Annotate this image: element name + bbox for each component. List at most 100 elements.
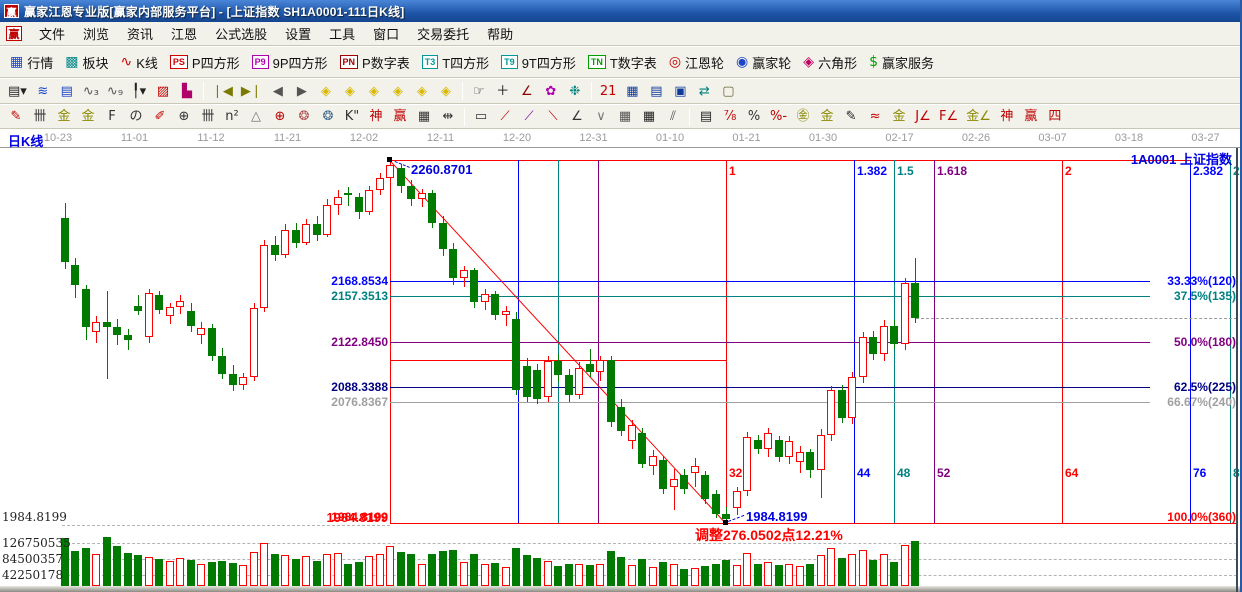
trend-angle-tool[interactable]: ∠ bbox=[565, 107, 589, 126]
arrow-all-diamond[interactable]: ◈ bbox=[434, 82, 458, 101]
network-icon[interactable]: ⇄ bbox=[692, 82, 716, 101]
gold-band-tool[interactable]: 金 bbox=[887, 107, 911, 126]
n2-grid-tool[interactable]: n² bbox=[220, 107, 244, 126]
arrow-vexpand-diamond[interactable]: ◈ bbox=[410, 82, 434, 101]
arrow-hshrink-diamond[interactable]: ◈ bbox=[386, 82, 410, 101]
percent-tool[interactable]: % bbox=[742, 107, 766, 126]
nav-next-button[interactable]: ▶ bbox=[290, 82, 314, 101]
wave-3-icon[interactable]: ∿₃ bbox=[79, 82, 103, 101]
wave-9-icon[interactable]: ∿₉ bbox=[103, 82, 127, 101]
menu-item-8[interactable]: 交易委托 bbox=[408, 22, 478, 45]
candle bbox=[176, 301, 184, 308]
v-lines-tool[interactable]: ∨ bbox=[589, 107, 613, 126]
parallel-lines-tool[interactable]: ⫽ bbox=[661, 107, 685, 126]
zigzag-pattern-icon[interactable]: ≋ bbox=[31, 82, 55, 101]
nav-last-button[interactable]: ▶❘ bbox=[237, 82, 266, 101]
si-angle-tool[interactable]: 四 bbox=[1043, 107, 1067, 126]
box-tool[interactable]: ▭ bbox=[469, 107, 493, 126]
fan-red-tool[interactable]: ⟋ bbox=[493, 107, 517, 126]
t-square-button[interactable]: T3T四方形 bbox=[416, 50, 495, 75]
winner-wheel-button[interactable]: ◉赢家轮 bbox=[730, 50, 797, 75]
shen-grid-tool[interactable]: 神 bbox=[364, 107, 388, 126]
crosshair-tool[interactable]: ＋ bbox=[491, 82, 515, 101]
gold-angle-tool[interactable]: 金∠ bbox=[962, 107, 995, 126]
ruler-grid-tool[interactable]: ▦ bbox=[412, 107, 436, 126]
quotes-button[interactable]: ▦行情 bbox=[4, 50, 59, 75]
info-panel-icon[interactable]: ▤ bbox=[55, 82, 79, 101]
arrow-right-diamond[interactable]: ◈ bbox=[338, 82, 362, 101]
calculator-icon[interactable]: ▦ bbox=[620, 82, 644, 101]
angle-measure-tool[interactable]: ∠ bbox=[515, 82, 539, 101]
gold-lines-tool[interactable]: 金 bbox=[815, 107, 839, 126]
t-number-table-button-icon: TN bbox=[588, 55, 606, 69]
nav-prev-button[interactable]: ◀ bbox=[266, 82, 290, 101]
f-angle-tool[interactable]: F∠ bbox=[935, 107, 962, 126]
marker-pen-tool[interactable]: ✎ bbox=[839, 107, 863, 126]
gann-grid-tool[interactable]: 卌 bbox=[28, 107, 52, 126]
candle-style-dropdown[interactable]: ╿▾ bbox=[127, 82, 151, 101]
ying-angle-tool[interactable]: 赢 bbox=[1019, 107, 1043, 126]
arrow-hexpand-diamond[interactable]: ◈ bbox=[362, 82, 386, 101]
menu-item-9[interactable]: 帮助 bbox=[478, 22, 522, 45]
brush-grid-tool[interactable]: ✐ bbox=[148, 107, 172, 126]
nav-first-button[interactable]: ❘◀ bbox=[208, 82, 237, 101]
gann-gold-grid-tool[interactable]: 金 bbox=[52, 107, 76, 126]
gann-gold-grid2-tool[interactable]: 金 bbox=[76, 107, 100, 126]
grid-box2-tool[interactable]: ▦ bbox=[637, 107, 661, 126]
candle-wick bbox=[128, 329, 129, 350]
gann-wheel-button[interactable]: ◎江恩轮 bbox=[663, 50, 730, 75]
kline-period-dropdown[interactable]: ▤▾ bbox=[4, 82, 31, 101]
red-pattern-icon[interactable]: ▨ bbox=[151, 82, 175, 101]
percent-fraction-tool[interactable]: ⅞ bbox=[718, 107, 742, 126]
circle-cross-tool[interactable]: ⊕ bbox=[268, 107, 292, 126]
menu-item-0[interactable]: 文件 bbox=[30, 22, 74, 45]
j-angle-tool[interactable]: J∠ bbox=[911, 107, 935, 126]
menu-item-1[interactable]: 浏览 bbox=[74, 22, 118, 45]
wave-band-tool[interactable]: ≈ bbox=[863, 107, 887, 126]
k-quote-tool[interactable]: K" bbox=[340, 107, 364, 126]
flower-tool[interactable]: ✿ bbox=[539, 82, 563, 101]
hand-tool[interactable]: ☞ bbox=[467, 82, 491, 101]
fan-box-tool[interactable]: ⟍ bbox=[541, 107, 565, 126]
menu-item-3[interactable]: 江恩 bbox=[162, 22, 206, 45]
shen-angle-tool[interactable]: 神 bbox=[995, 107, 1019, 126]
percent-line-tool[interactable]: %- bbox=[766, 107, 791, 126]
compass-circle-tool[interactable]: ⊕ bbox=[172, 107, 196, 126]
p-square-button[interactable]: PSP四方形 bbox=[164, 50, 246, 75]
brush-tool[interactable]: ✎ bbox=[4, 107, 28, 126]
hexagon-button[interactable]: ◈六角形 bbox=[797, 50, 863, 75]
ying-grid-tool[interactable]: 赢 bbox=[388, 107, 412, 126]
p-number-table-button[interactable]: PNP数字表 bbox=[334, 50, 416, 75]
save-icon[interactable]: ▣ bbox=[668, 82, 692, 101]
menu-item-5[interactable]: 设置 bbox=[276, 22, 320, 45]
menu-item-4[interactable]: 公式选股 bbox=[206, 22, 276, 45]
menu-item-2[interactable]: 资讯 bbox=[118, 22, 162, 45]
gold-circle-tool[interactable]: ㊎ bbox=[791, 107, 815, 126]
color-histogram-icon[interactable]: ▙ bbox=[175, 82, 199, 101]
arrow-left-diamond[interactable]: ◈ bbox=[314, 82, 338, 101]
kline-button[interactable]: ∿K线 bbox=[115, 50, 164, 75]
tick-grid-tool[interactable]: 卌 bbox=[196, 107, 220, 126]
sectors-button[interactable]: ▩板块 bbox=[59, 50, 114, 75]
web-grid-tool[interactable]: ❂ bbox=[316, 107, 340, 126]
menu-item-7[interactable]: 窗口 bbox=[364, 22, 408, 45]
web-red-tool[interactable]: ❂ bbox=[292, 107, 316, 126]
gann-f-grid-tool[interactable]: F bbox=[100, 107, 124, 126]
gann-spiral-tool[interactable]: の bbox=[124, 107, 148, 126]
notepad-icon[interactable]: ▤ bbox=[644, 82, 668, 101]
spiral-tool[interactable]: ❉ bbox=[563, 82, 587, 101]
menu-item-6[interactable]: 工具 bbox=[320, 22, 364, 45]
9t-square-button[interactable]: T99T四方形 bbox=[495, 50, 582, 75]
calendar-icon[interactable]: 21 bbox=[596, 82, 621, 101]
winner-service-button[interactable]: $赢家服务 bbox=[863, 50, 940, 75]
t-number-table-button[interactable]: TNT数字表 bbox=[582, 50, 663, 75]
angle-fan-tool[interactable]: △ bbox=[244, 107, 268, 126]
retracement-right-label: 37.5%(135) bbox=[1126, 289, 1236, 303]
chart-area[interactable]: 1A0001 上证指数 1321.382441.5481.618522642.3… bbox=[0, 148, 1242, 592]
9p-square-button[interactable]: P99P四方形 bbox=[246, 50, 334, 75]
grid-box-tool[interactable]: ▦ bbox=[613, 107, 637, 126]
span-arrows-tool[interactable]: ⇹ bbox=[436, 107, 460, 126]
fan-purple-tool[interactable]: ⟋ bbox=[517, 107, 541, 126]
computer-icon[interactable]: ▢ bbox=[716, 82, 740, 101]
percent-list-tool[interactable]: ▤ bbox=[694, 107, 718, 126]
